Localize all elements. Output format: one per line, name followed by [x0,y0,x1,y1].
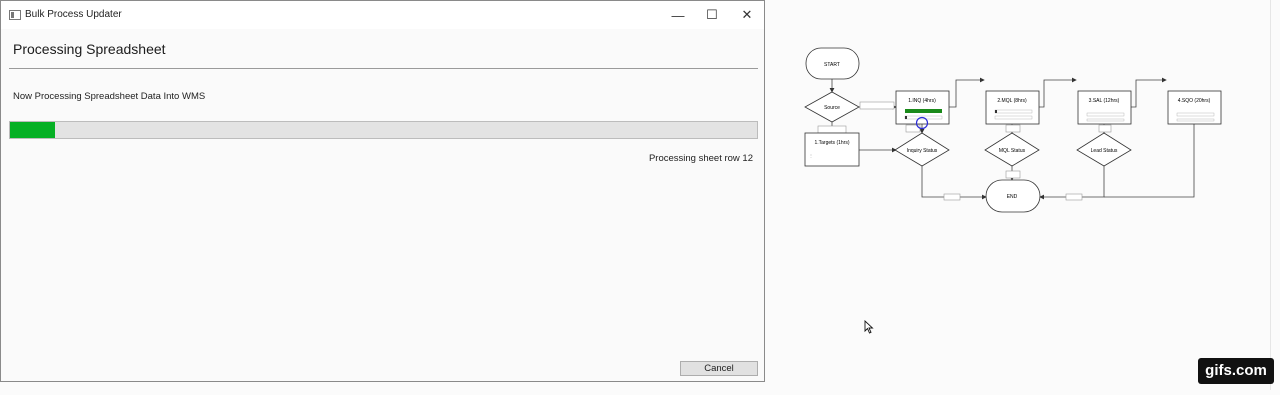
process-flowchart: START Source 1.Targets (1hrs) ⋮ 1.INQ (4… [766,0,1280,390]
stage-sqo: 4.SQO (20hrs) [1167,90,1222,125]
stage-label: 2.MQL (8hrs) [997,98,1027,104]
mouse-cursor-icon [864,319,874,339]
row-status: Processing sheet row 12 [648,153,753,164]
stage-mql: 2.MQL (8hrs) [985,90,1040,125]
decision-label: Inquiry Status [907,148,938,154]
window-title: Bulk Process Updater [25,9,122,20]
stage-inq: 1.INQ (4hrs) [895,90,950,130]
status-message: Now Processing Spreadsheet Data Into WMS [13,91,206,102]
dialog-window: Bulk Process Updater — ☐ ✕ Processing Sp… [0,0,765,382]
start-label: START [824,62,840,68]
stage-label: 3.SAL (12hrs) [1089,98,1120,104]
end-label: END [1007,194,1018,200]
targets-glyph-icon: ⋮ [809,153,813,158]
stage-label: 1.INQ (4hrs) [908,98,936,104]
inq-progress-fill [905,109,942,113]
decision-label: Lead Status [1091,148,1118,154]
divider [9,68,758,69]
decision-label: MQL Status [999,148,1026,154]
minimize-icon[interactable]: — [660,1,696,29]
stage-label: 4.SQO (20hrs) [1178,98,1211,104]
page-title: Processing Spreadsheet [13,41,166,57]
progress-bar-fill [10,122,55,138]
close-icon[interactable]: ✕ [729,1,765,29]
stage-sal: 3.SAL (12hrs) [1077,90,1132,125]
source-label: Source [824,105,840,111]
targets-node [804,132,860,167]
targets-label: 1.Targets (1hrs) [814,140,849,146]
title-bar[interactable]: Bulk Process Updater — ☐ ✕ [1,1,764,29]
maximize-icon[interactable]: ☐ [694,1,730,29]
progress-bar [9,121,758,139]
watermark-logo: gifs.com [1198,358,1274,384]
cancel-button[interactable]: Cancel [680,361,758,376]
app-window-icon [9,10,21,20]
connector-label-boxes [817,101,1112,201]
frame-edge [1270,0,1271,390]
